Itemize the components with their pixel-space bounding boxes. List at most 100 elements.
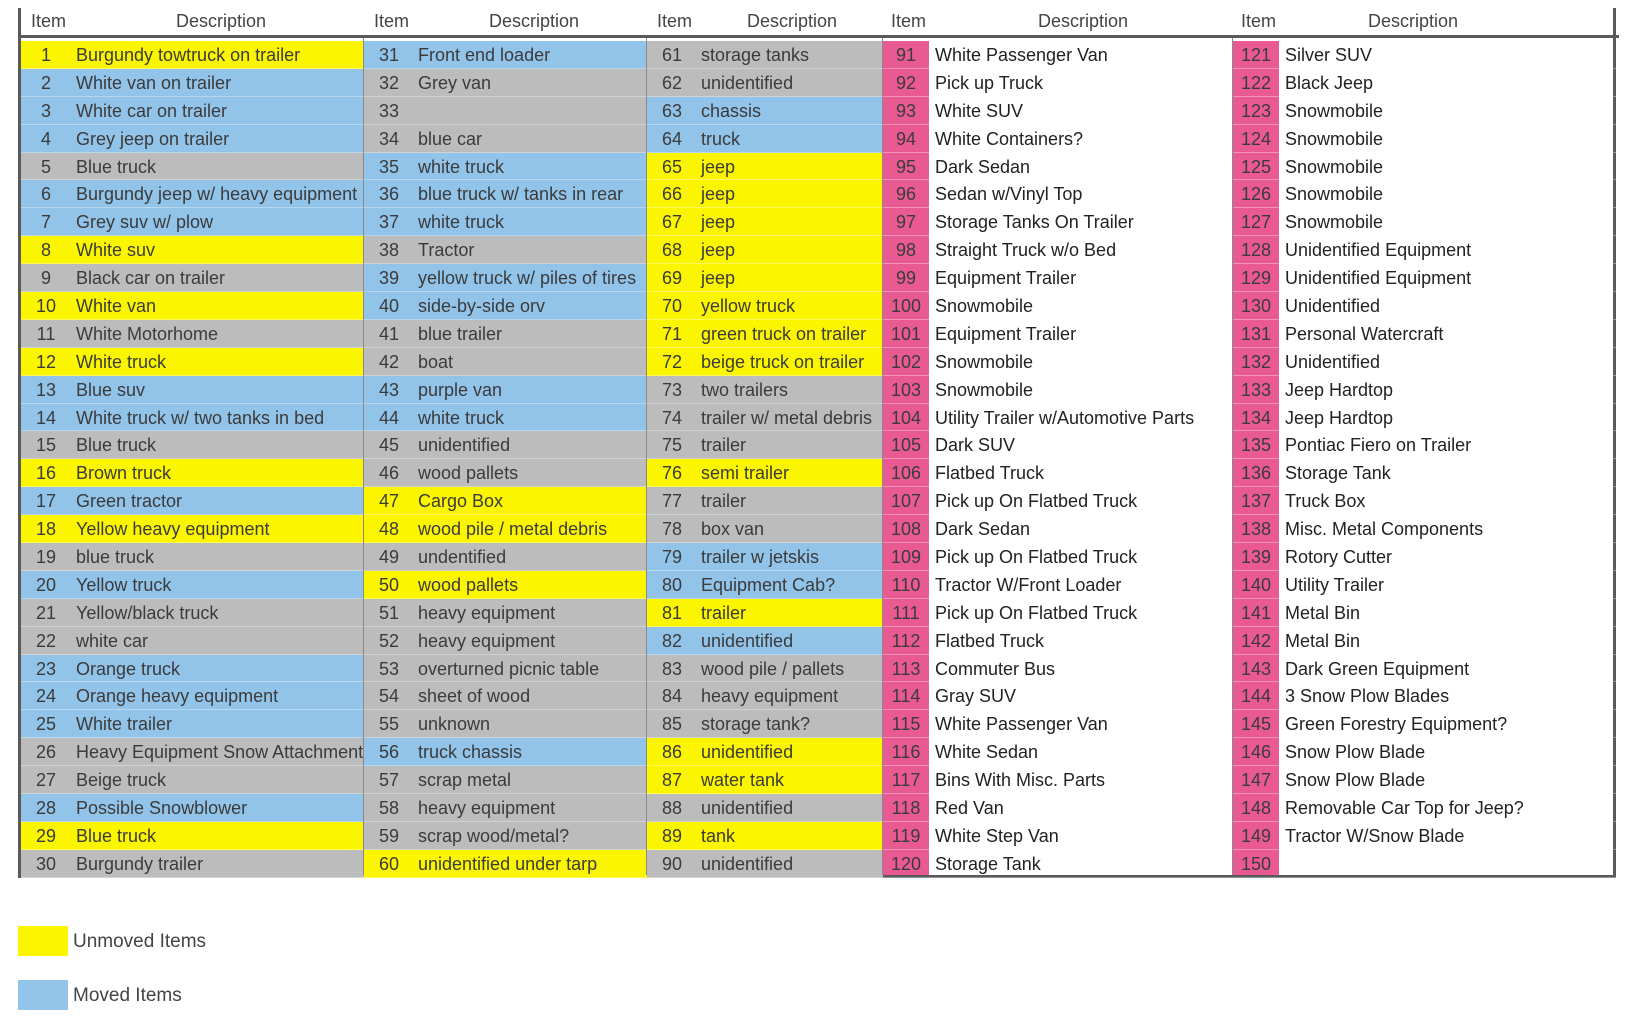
item-number: 143 bbox=[1233, 659, 1279, 680]
table-column: Item Description 1 Burgundy towtruck on tra… bbox=[21, 8, 364, 878]
item-number-text: 136 bbox=[1240, 463, 1272, 484]
item-number: 121 bbox=[1233, 45, 1279, 66]
table-row: 79 trailer w jetskis bbox=[647, 543, 883, 571]
item-number: 136 bbox=[1233, 463, 1279, 484]
item-description: Snowmobile bbox=[1285, 128, 1384, 149]
item-number-text: 94 bbox=[895, 128, 917, 149]
item-number: 36 bbox=[378, 184, 400, 205]
item-number: 110 bbox=[883, 575, 929, 596]
table-row: 116 White Sedan bbox=[883, 738, 1233, 767]
item-description: Snowmobile bbox=[935, 351, 1034, 372]
item-description: trailer bbox=[701, 602, 747, 623]
item-number: 25 bbox=[35, 714, 57, 735]
item-number: 17 bbox=[35, 491, 57, 512]
column-header: Item Description bbox=[1233, 8, 1619, 38]
item-number-text: 110 bbox=[891, 574, 921, 595]
item-description: Snowmobile bbox=[1285, 100, 1384, 121]
item-number: 89 bbox=[661, 825, 683, 846]
item-number-text: 112 bbox=[891, 630, 921, 651]
table-row: 69 jeep bbox=[647, 264, 883, 293]
item-description: Yellow heavy equipment bbox=[76, 519, 270, 540]
table-row: 24 Orange heavy equipment bbox=[21, 682, 364, 711]
item-description: chassis bbox=[701, 100, 762, 121]
item-number: 131 bbox=[1233, 324, 1279, 345]
item-description: heavy equipment bbox=[701, 686, 839, 707]
table-row: 102 Snowmobile bbox=[883, 348, 1233, 376]
table-row: 138 Misc. Metal Components bbox=[1233, 515, 1619, 544]
table-row: 1 Burgundy towtruck on trailer bbox=[21, 41, 364, 69]
item-description: Blue suv bbox=[76, 379, 146, 400]
table-row: 99 Equipment Trailer bbox=[883, 264, 1233, 293]
table-row: 20 Yellow truck bbox=[21, 570, 364, 599]
table-row: 148 Removable Car Top for Jeep? bbox=[1233, 794, 1619, 822]
item-description: unidentified bbox=[701, 798, 794, 819]
item-number: 68 bbox=[661, 240, 683, 261]
table-row: 60 unidentified under tarp bbox=[364, 849, 647, 878]
item-number-text: 143 bbox=[1240, 658, 1272, 679]
item-number: 141 bbox=[1233, 603, 1279, 624]
item-number-text: 135 bbox=[1240, 435, 1272, 456]
item-number-text: 132 bbox=[1240, 351, 1272, 372]
item-number: 128 bbox=[1233, 240, 1279, 261]
table-row: 4 Grey jeep on trailer bbox=[21, 124, 364, 153]
item-number-text: 95 bbox=[895, 156, 917, 177]
item-number: 52 bbox=[378, 630, 400, 651]
item-number-text: 129 bbox=[1240, 268, 1272, 289]
item-number: 111 bbox=[883, 603, 929, 624]
description-header: Description bbox=[1368, 11, 1459, 31]
item-description: Dark Sedan bbox=[935, 519, 1031, 540]
item-number: 116 bbox=[883, 742, 929, 763]
item-description: white truck bbox=[418, 212, 505, 233]
item-number: 129 bbox=[1233, 268, 1279, 289]
item-number: 132 bbox=[1233, 352, 1279, 373]
item-header: Item bbox=[657, 11, 693, 31]
table-row: 81 trailer bbox=[647, 598, 883, 627]
table-row: 75 trailer bbox=[647, 431, 883, 460]
item-number-text: 97 bbox=[895, 212, 917, 233]
item-number: 3 bbox=[40, 100, 51, 121]
table-row: 19 blue truck bbox=[21, 543, 364, 571]
table-row: 16 Brown truck bbox=[21, 459, 364, 488]
item-number: 31 bbox=[378, 45, 400, 65]
item-description: Dark Green Equipment bbox=[1285, 658, 1470, 679]
item-description: Blue truck bbox=[76, 156, 157, 177]
table-row: 113 Commuter Bus bbox=[883, 655, 1233, 683]
table-row: 41 blue trailer bbox=[364, 319, 647, 348]
item-number: 45 bbox=[378, 435, 400, 456]
item-number: 44 bbox=[378, 407, 400, 428]
item-number: 69 bbox=[661, 268, 683, 289]
table-row: 56 truck chassis bbox=[364, 738, 647, 767]
item-number: 71 bbox=[661, 323, 683, 344]
item-number: 39 bbox=[378, 268, 400, 289]
item-number: 106 bbox=[883, 463, 929, 484]
item-description: Black Jeep bbox=[1285, 72, 1374, 93]
table-row: 71 green truck on trailer bbox=[647, 319, 883, 348]
item-number-text: 116 bbox=[891, 742, 921, 763]
table-row: 48 wood pile / metal debris bbox=[364, 515, 647, 544]
item-number: 78 bbox=[661, 519, 683, 540]
item-description: wood pile / metal debris bbox=[418, 519, 608, 540]
item-number: 113 bbox=[883, 659, 929, 680]
item-description: Red Van bbox=[935, 798, 1004, 819]
item-number-text: 149 bbox=[1240, 825, 1272, 846]
item-number: 99 bbox=[883, 268, 929, 289]
table-row: 66 jeep bbox=[647, 180, 883, 209]
item-number: 12 bbox=[35, 351, 57, 372]
table-row: 107 Pick up On Flatbed Truck bbox=[883, 487, 1233, 516]
item-description: undentified bbox=[418, 547, 507, 568]
table-row: 67 jeep bbox=[647, 208, 883, 237]
table-row: 43 purple van bbox=[364, 375, 647, 404]
table-row: 96 Sedan w/Vinyl Top bbox=[883, 180, 1233, 209]
table-row: 61 storage tanks bbox=[647, 41, 883, 69]
table-row: 62 unidentified bbox=[647, 68, 883, 97]
item-number-text: 107 bbox=[890, 491, 922, 512]
item-number: 109 bbox=[883, 547, 929, 568]
item-description: blue trailer bbox=[418, 323, 503, 344]
table-row: 9 Black car on trailer bbox=[21, 264, 364, 293]
table-row: 38 Tractor bbox=[364, 236, 647, 265]
item-description: semi trailer bbox=[701, 463, 790, 484]
table-row: 53 overturned picnic table bbox=[364, 654, 647, 683]
item-description: White Passenger Van bbox=[935, 714, 1108, 735]
item-number: 18 bbox=[35, 519, 57, 540]
item-description: unknown bbox=[418, 714, 491, 735]
